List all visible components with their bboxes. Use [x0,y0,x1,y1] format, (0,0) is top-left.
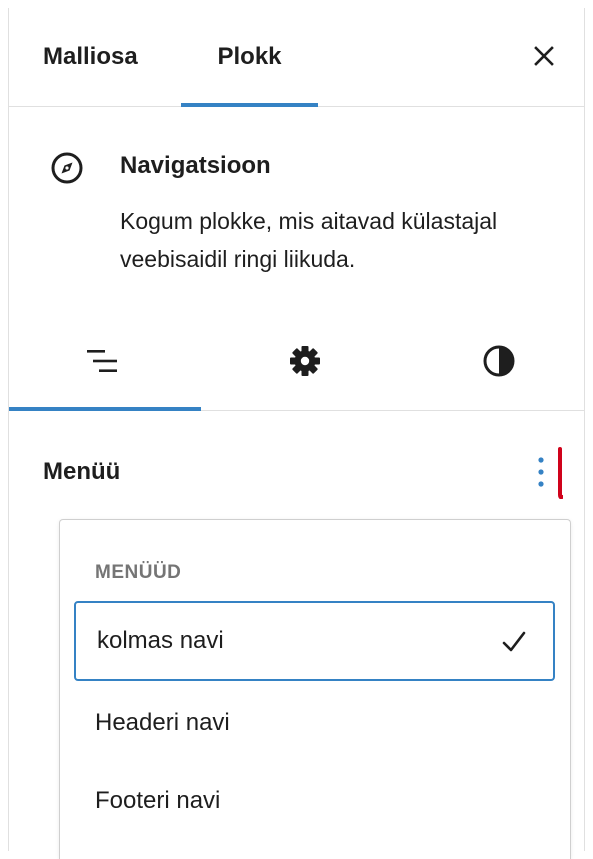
tab-template-part[interactable]: Malliosa [43,8,149,106]
red-annotation-mark [558,447,563,499]
menu-option-label: kolmas navi [97,627,224,654]
close-button[interactable] [526,38,562,74]
close-icon [534,46,554,66]
menu-section-label: Menüü [43,458,121,485]
tab-block[interactable]: Plokk [181,8,318,107]
contrast-icon [483,345,515,377]
tab-template-part-label: Malliosa [43,43,138,70]
tab-settings[interactable] [209,312,401,410]
tab-block-label: Plokk [217,43,282,70]
block-settings-sidebar: Malliosa Plokk Navigatsioon Kogum plokke… [8,8,585,859]
tab-styles[interactable] [403,312,593,410]
menu-dropdown: MENÜÜD kolmas navi Headeri navi Footeri … [59,519,571,859]
menu-group-label: MENÜÜD [95,562,182,583]
menu-option-label: Headeri navi [95,709,230,736]
block-inspector-tabs [9,312,584,411]
menu-option-headeri-navi[interactable]: Headeri navi [74,683,555,763]
list-view-icon [87,350,117,372]
sidebar-tabs: Malliosa Plokk [9,8,584,107]
menu-option-footeri-navi[interactable]: Footeri navi [74,761,555,841]
gear-icon [290,346,320,376]
tab-list-view[interactable] [9,312,201,411]
compass-icon [51,152,83,184]
block-title: Navigatsioon [120,152,271,179]
vertical-ellipsis-icon[interactable] [531,448,551,496]
checkmark-icon [502,631,526,652]
block-description: Kogum plokke, mis aitavad külastajal vee… [120,208,498,272]
block-card: Navigatsioon Kogum plokke, mis aitavad k… [9,106,584,312]
menu-option-kolmas-navi[interactable]: kolmas navi [74,601,555,681]
menu-option-label: Footeri navi [95,787,221,814]
